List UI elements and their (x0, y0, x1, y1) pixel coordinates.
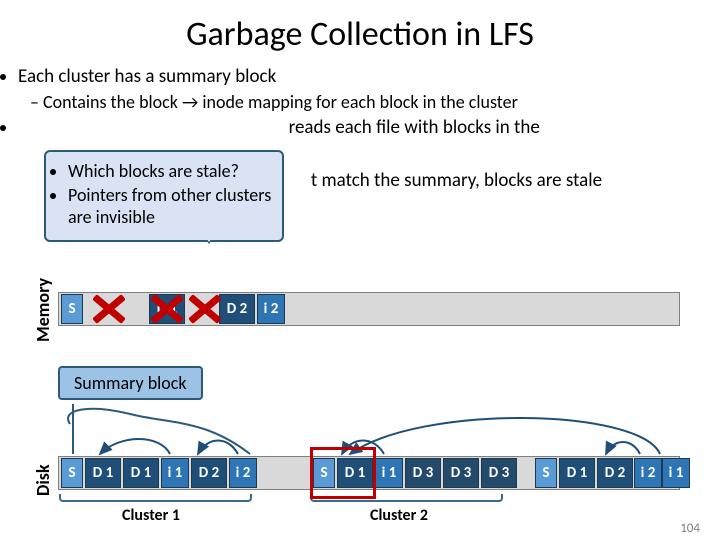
brace-cluster-1 (59, 494, 252, 502)
disk-block-i2: i 2 (634, 458, 662, 488)
disk-block-s: S (535, 458, 557, 488)
bullet-2: XXXXXXXXXXXXXXXXXXXXXXXXXXX reads each f… (18, 116, 720, 140)
disk-block-d3: D 3 (481, 458, 517, 488)
bullet-1: Each cluster has a summary block (18, 65, 720, 89)
callout-box: Which blocks are stale? Pointers from ot… (44, 150, 284, 242)
disk-block-d1: D 1 (85, 458, 121, 488)
disk-block-s: S (61, 458, 83, 488)
disk-block-i1: i 1 (375, 458, 403, 488)
memory-bar: S D 1 D 2i 2 (58, 292, 680, 326)
disk-block-d2: D 2 (191, 458, 227, 488)
cluster-1-label: Cluster 1 (122, 506, 180, 525)
disk-block-d2: D 2 (597, 458, 633, 488)
page-title: Garbage Collection in LFS (0, 14, 720, 55)
disk-block-d3: D 3 (443, 458, 479, 488)
disk-block-i1: i 1 (161, 458, 189, 488)
callout-tail-fill (195, 222, 223, 242)
disk-block-d1: D 1 (559, 458, 595, 488)
disk-block-d1: D 1 (123, 458, 159, 488)
mem-block-s: S (61, 294, 83, 324)
x-icon (91, 294, 127, 324)
disk-block-d3: D 3 (405, 458, 441, 488)
mem-block-d2: D 2 (219, 294, 255, 324)
callout-line-1: Which blocks are stale? (68, 160, 274, 182)
bullet-1-sub: – Contains the block → inode mapping for… (30, 91, 712, 114)
disk-label: Disk (32, 464, 54, 496)
memory-label: Memory (32, 278, 54, 342)
x-icon (187, 294, 223, 324)
bullet-hidden-row: XXXXXXXXXXXXXXXXXXXXXXXXXXX reads each f… (0, 116, 720, 140)
bullet-list: Each cluster has a summary block (0, 65, 720, 89)
mem-block-i2: i 2 (257, 294, 285, 324)
disk-block-i1: i 1 (662, 458, 690, 488)
page-number: 104 (680, 521, 700, 536)
mem-block-d1: D 1 (149, 294, 185, 324)
callout-line-2: Pointers from other clusters are invisib… (68, 184, 274, 228)
summary-connector (72, 404, 74, 454)
cluster-2-label: Cluster 2 (370, 506, 428, 525)
stale-highlight (310, 447, 376, 499)
summary-block-label: Summary block (58, 366, 203, 400)
disk-block-i2: i 2 (229, 458, 257, 488)
